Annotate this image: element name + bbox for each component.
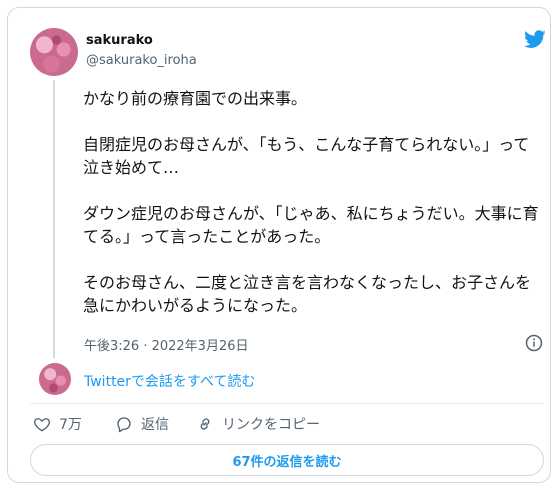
- author-avatar[interactable]: [30, 28, 78, 76]
- like-count: 7万: [59, 417, 82, 433]
- author-name[interactable]: sakurako: [86, 33, 153, 48]
- reply-label: 返信: [141, 417, 169, 433]
- author-handle[interactable]: @sakurako_iroha: [86, 53, 197, 68]
- reply-button[interactable]: 返信: [115, 413, 169, 435]
- twitter-bird-icon[interactable]: [523, 28, 547, 50]
- link-icon: [200, 418, 210, 430]
- reply-bubble-icon: [117, 417, 131, 433]
- copy-link-button[interactable]: リンクをコピー: [196, 413, 320, 435]
- heart-icon: [33, 418, 51, 432]
- read-conversation-link[interactable]: Twitterで会話をすべて読む: [84, 371, 255, 391]
- tweet-text: かなり前の療育園での出来事。 自閉症児のお母さんが、「もう、こんな子育てられない…: [83, 87, 543, 317]
- tweet-paragraph: ダウン症児のお母さんが、「じゃあ、私にちょうだい。大事に育てる。」って言ったこと…: [83, 204, 539, 246]
- info-icon[interactable]: [525, 334, 543, 352]
- thread-line: [53, 80, 55, 358]
- tweet-timestamp[interactable]: 午後3:26 · 2022年3月26日: [84, 335, 249, 354]
- tweet-card: sakurako @sakurako_iroha かなり前の療育園での出来事。 …: [7, 7, 551, 483]
- divider: [30, 403, 544, 404]
- like-button[interactable]: 7万: [33, 413, 82, 435]
- tweet-paragraph: 自閉症児のお母さんが、「もう、こんな子育てられない。」って泣き始めて…: [83, 135, 530, 177]
- tweet-paragraph: そのお母さん、二度と泣き言を言わなくなったし、お子さんを急にかわいがるようになっ…: [83, 273, 532, 315]
- copy-link-label: リンクをコピー: [222, 417, 320, 433]
- reader-avatar: [39, 363, 71, 395]
- read-replies-button[interactable]: 67件の返信を読む: [30, 444, 544, 476]
- tweet-paragraph: かなり前の療育園での出来事。: [83, 89, 308, 108]
